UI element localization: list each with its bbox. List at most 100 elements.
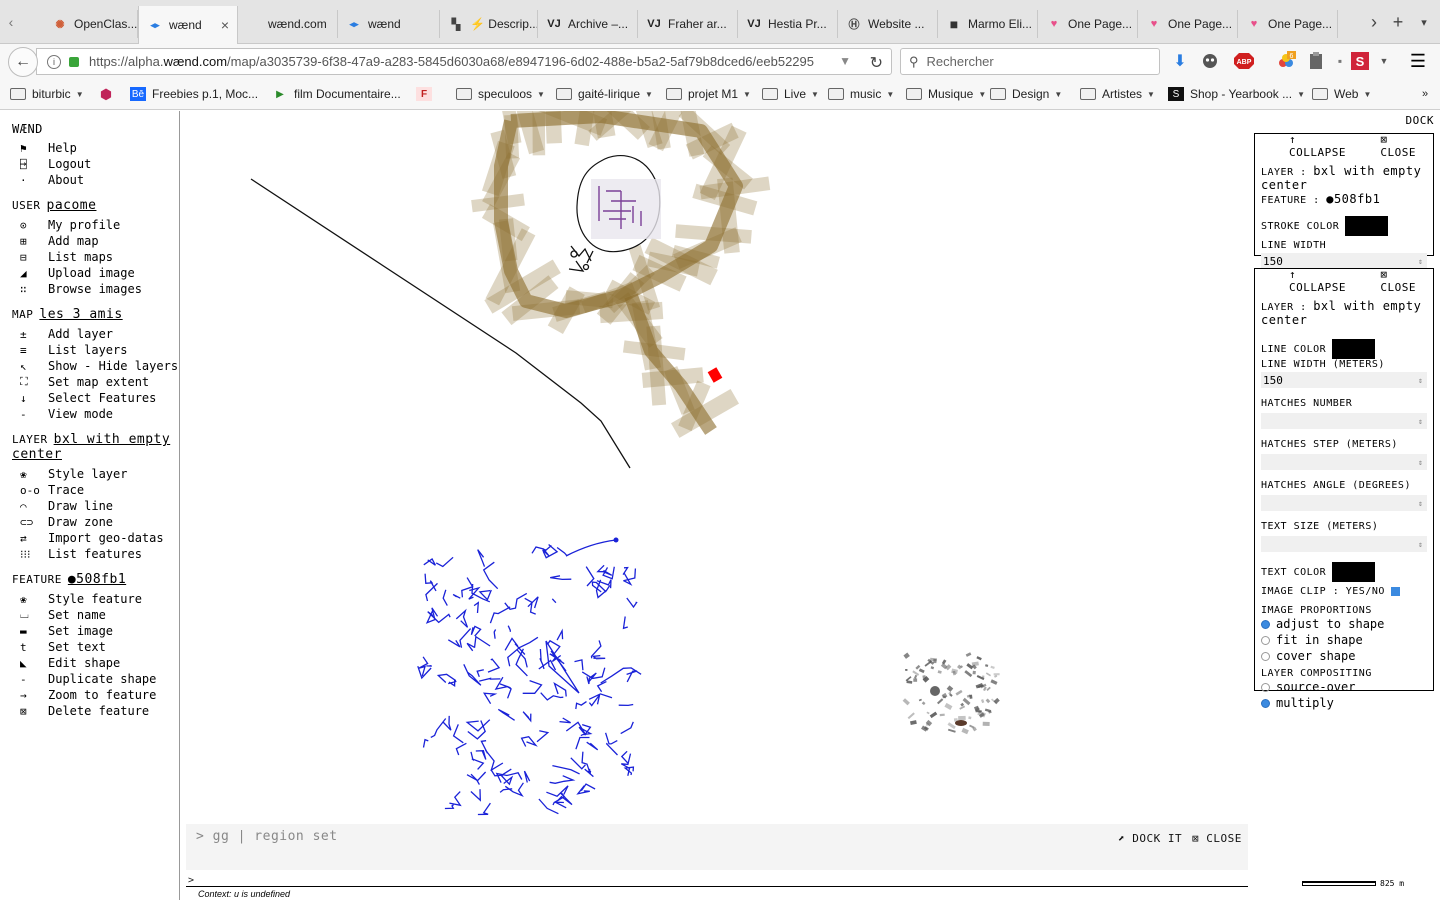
bookmark-item[interactable]: projet M1 ▼ [666,85,751,103]
layer-menu-trace[interactable]: o-o Trace [12,482,179,498]
feature-menu-duplicate-shape[interactable]: - Duplicate shape [12,671,179,687]
layer-name-link-2[interactable]: center [12,447,62,462]
hatches-step-input[interactable]: ⇕ [1261,454,1427,470]
browser-tab[interactable]: ♥ One Page... [1238,10,1338,38]
bookmark-item[interactable]: Artistes ▼ [1080,85,1155,103]
line-width-input[interactable]: 150 ⇕ [1261,253,1427,269]
app-menu-about[interactable]: · About [12,172,179,188]
extension-dropdown-icon[interactable]: ▼ [1374,51,1394,71]
browser-tab[interactable]: VJ Hestia Pr... [738,10,838,38]
text-color-swatch[interactable] [1332,562,1376,582]
browser-tab[interactable]: wænd.com [238,10,338,38]
collapse-button[interactable]: ↑ COLLAPSE [1275,133,1352,159]
line-color-swatch[interactable] [1332,339,1376,359]
browser-tab[interactable]: ✺ OpenClas... [44,10,138,38]
browser-tab[interactable]: ◂▸ wænd × [138,6,238,44]
pocket-icon[interactable] [1200,51,1220,71]
feature-name-link[interactable]: ●508fb1 [68,572,126,587]
feature-menu-style-feature[interactable]: ❀ Style feature [12,591,179,607]
map-menu-list-layers[interactable]: ≡ List layers [12,342,179,358]
browser-tab[interactable]: ▚ ⚡ Descrip... [440,10,538,38]
browser-tab[interactable]: VJ Fraher ar... [638,10,738,38]
layer-compositing-option[interactable]: source-over [1261,679,1427,695]
feature-menu-set-text[interactable]: t Set text [12,639,179,655]
tab-scroll-left-icon[interactable]: ‹ [0,0,22,44]
bookmark-item[interactable]: biturbic ▼ [10,85,84,103]
tab-list-icon[interactable]: ▾ [1412,8,1436,36]
bookmark-item[interactable]: ▶ film Documentaire... [272,85,401,103]
stroke-color-swatch[interactable] [1345,216,1389,236]
layer-menu-style-layer[interactable]: ❀ Style layer [12,466,179,482]
image-proportions-option[interactable]: fit in shape [1261,632,1427,648]
clipboard-icon[interactable] [1306,51,1326,71]
feature-menu-delete-feature[interactable]: ⊠ Delete feature [12,703,179,719]
reload-icon[interactable]: ↻ [870,53,883,73]
selected-feature-marker[interactable] [707,367,723,383]
layer-menu-import-geo-datas[interactable]: ⇄ Import geo-datas [12,530,179,546]
radio-button[interactable] [1261,682,1270,692]
browser-tab[interactable]: VJ Archive –... [538,10,638,38]
map-menu-set-map-extent[interactable]: ⛶ Set map extent [12,374,179,390]
feature-menu-set-image[interactable]: ▬ Set image [12,623,179,639]
bookmark-item[interactable]: ⬢ [98,85,120,103]
browser-tab[interactable]: ♥ One Page... [1038,10,1138,38]
close-button[interactable]: ⊠ CLOSE [1366,268,1427,294]
search-bar[interactable]: ⚲ Rechercher [900,48,1160,75]
download-icon[interactable]: ⬇ [1170,51,1190,71]
bookmark-item[interactable]: speculoos ▼ [456,85,545,103]
radio-button[interactable] [1261,698,1270,708]
browser-tab[interactable]: Ⓗ Website ... [838,10,938,38]
bookmark-item[interactable]: F [416,85,438,103]
user-menu-add-map[interactable]: ⊞ Add map [12,233,179,249]
map-menu-add-layer[interactable]: ± Add layer [12,326,179,342]
bookmarks-overflow-icon[interactable]: » [1422,85,1428,103]
bookmark-item[interactable]: music ▼ [828,85,894,103]
bookmark-item[interactable]: gaité-lirique ▼ [556,85,653,103]
dock-button[interactable]: DOCK [1406,114,1435,127]
user-name-link[interactable]: pacome [47,198,97,213]
info-icon[interactable]: i [47,54,61,69]
bookmark-item[interactable]: Musique ▼ [906,85,986,103]
bookmark-item[interactable]: Design ▼ [990,85,1062,103]
image-proportions-option[interactable]: cover shape [1261,648,1427,664]
hatches-number-input[interactable]: ⇕ [1261,413,1427,429]
url-bar[interactable]: i https://alpha.wænd.com/map/a3035739-6f… [36,48,892,75]
spinner-icon[interactable]: ⇕ [1418,257,1427,266]
layer-menu-draw-zone[interactable]: ⊂⊃ Draw zone [12,514,179,530]
addon-icon[interactable]: 6 [1276,51,1296,71]
radio-button[interactable] [1261,619,1270,629]
user-menu-my-profile[interactable]: ⊙ My profile [12,217,179,233]
url-dropdown-icon[interactable]: ▼ [839,54,851,68]
bookmark-item[interactable]: Web ▼ [1312,85,1371,103]
bookmark-item[interactable]: S Shop - Yearbook ... ▼ [1168,85,1305,103]
radio-button[interactable] [1261,635,1270,645]
dock-it-button[interactable]: ⬈ DOCK IT [1118,832,1182,845]
layer-menu-draw-line[interactable]: ⌒ Draw line [12,498,179,514]
line-width-input[interactable]: 150 ⇕ [1261,372,1427,388]
user-menu-upload-image[interactable]: ◢ Upload image [12,265,179,281]
browser-tab[interactable]: ♥ One Page... [1138,10,1238,38]
app-menu-logout[interactable]: ⍈ Logout [12,156,179,172]
map-canvas[interactable]: DOCK [181,111,1440,900]
map-menu-view-mode[interactable]: - View mode [12,406,179,422]
bookmark-item[interactable]: Live ▼ [762,85,819,103]
spinner-icon[interactable]: ⇕ [1418,417,1427,426]
map-name-link[interactable]: les 3 amis [39,307,122,322]
url-text[interactable]: https://alpha.wænd.com/map/a3035739-6f38… [89,54,829,69]
close-button[interactable]: ⊠ CLOSE [1366,133,1427,159]
back-button[interactable]: ← [8,47,38,77]
feature-menu-zoom-to-feature[interactable]: → Zoom to feature [12,687,179,703]
layer-compositing-option[interactable]: multiply [1261,695,1427,711]
spinner-icon[interactable]: ⇕ [1418,458,1427,467]
app-menu-help[interactable]: ⚑ Help [12,140,179,156]
tab-close-icon[interactable]: × [221,17,229,33]
hatches-angle-input[interactable]: ⇕ [1261,495,1427,511]
adblock-icon[interactable]: ABP [1232,51,1256,71]
spinner-icon[interactable]: ⇕ [1418,499,1427,508]
user-menu-browse-images[interactable]: ∷ Browse images [12,281,179,297]
feature-menu-set-name[interactable]: ⌴ Set name [12,607,179,623]
layer-menu-list-features[interactable]: ⁝⁝⁝ List features [12,546,179,562]
ring-core-line[interactable] [624,293,717,435]
radio-button[interactable] [1261,651,1270,661]
extension-s-icon[interactable]: S [1350,51,1370,71]
